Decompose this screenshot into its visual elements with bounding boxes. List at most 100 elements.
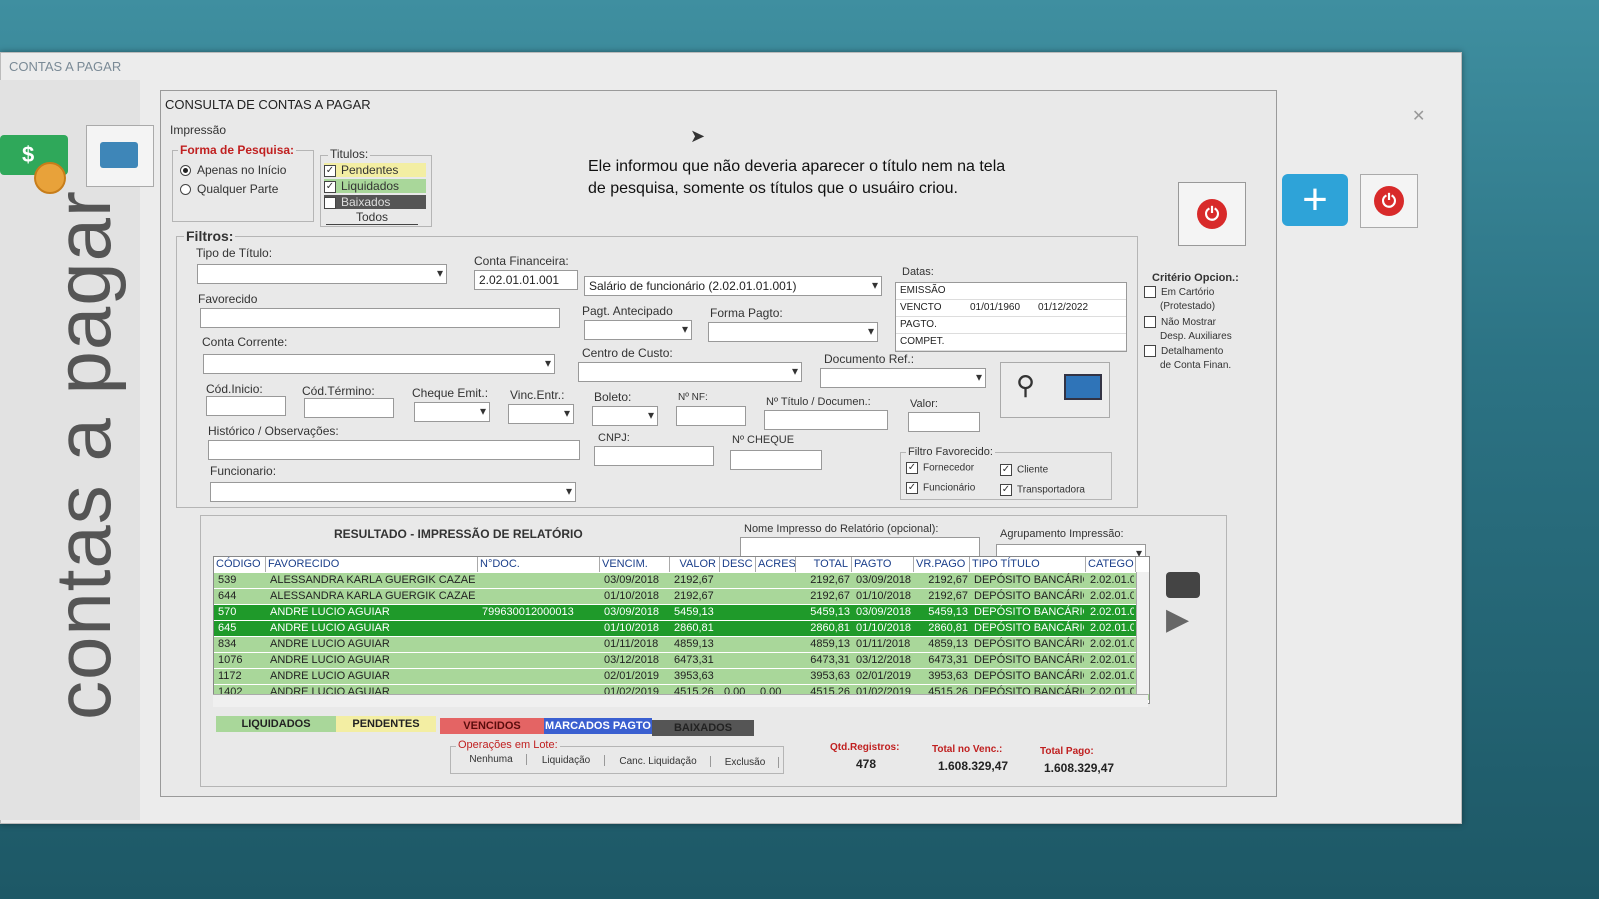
centro-custo-label: Centro de Custo:	[582, 346, 673, 360]
cell-favorecido: ANDRE LUCIO AGUIAR	[270, 670, 390, 682]
table-header: CÓDIGO FAVORECIDO N°DOC. VENCIM. VALOR D…	[214, 557, 1149, 572]
forma-pagto-select[interactable]	[708, 322, 878, 342]
col-total[interactable]: TOTAL	[796, 557, 852, 572]
col-codigo[interactable]: CÓDIGO	[214, 557, 266, 572]
cheque-emit-select[interactable]	[414, 402, 490, 422]
result-title: RESULTADO - IMPRESSÃO DE RELATÓRIO	[334, 527, 583, 541]
datas-row[interactable]: EMISSÃO	[896, 283, 1126, 300]
documento-ref-select[interactable]	[820, 368, 986, 388]
cell-tipo: DEPÓSITO BANCÁRIO	[974, 622, 1084, 634]
radio-apenas-inicio[interactable]: Apenas no Início	[180, 163, 286, 177]
cnpj-input[interactable]	[594, 446, 714, 466]
nome-impresso-input[interactable]	[740, 537, 980, 557]
check-pendentes[interactable]: ✓ Pendentes	[324, 163, 426, 177]
result-table[interactable]: CÓDIGO FAVORECIDO N°DOC. VENCIM. VALOR D…	[213, 556, 1150, 704]
historico-input[interactable]	[208, 440, 580, 460]
qtd-registros-label: Qtd.Registros:	[830, 742, 900, 753]
check-funcionario[interactable]: ✓ Funcionário	[906, 482, 975, 494]
checkbox-icon	[1144, 286, 1156, 299]
centro-custo-select[interactable]	[578, 362, 802, 382]
check-liquidados[interactable]: ✓ Liquidados	[324, 179, 426, 193]
conta-financeira-select[interactable]: Salário de funcionário (2.02.01.01.001)	[584, 276, 882, 296]
note-line-1: Ele informou que não deveria aparecer o …	[588, 158, 1006, 175]
funcionario-select[interactable]	[210, 482, 576, 502]
table-row[interactable]: 645 ANDRE LUCIO AGUIAR 01/10/2018 2860,81 28…	[214, 621, 1149, 636]
printer-icon[interactable]	[1166, 572, 1200, 598]
favorecido-input[interactable]	[200, 308, 560, 328]
conta-financeira-code[interactable]: 2.02.01.01.001	[474, 270, 578, 290]
todos-button[interactable]: Todos	[326, 210, 418, 225]
play-icon[interactable]: ▶	[1166, 602, 1189, 637]
pagt-antecipado-select[interactable]	[584, 320, 692, 340]
exit-app-button[interactable]: ⏻	[1360, 174, 1418, 228]
col-ndoc[interactable]: N°DOC.	[478, 557, 600, 572]
vinc-entr-select[interactable]	[508, 404, 574, 424]
table-row[interactable]: 1076 ANDRE LUCIO AGUIAR 03/12/2018 6473,31 6…	[214, 653, 1149, 668]
cell-valor: 2860,81	[674, 622, 714, 634]
boleto-select[interactable]	[592, 406, 658, 426]
check-fornecedor[interactable]: ✓ Fornecedor	[906, 462, 974, 474]
col-categ[interactable]: CATEGO	[1086, 557, 1136, 572]
datas-table[interactable]: EMISSÃO VENCTO 01/01/1960 01/12/2022 PAGTO…	[895, 282, 1127, 352]
add-button[interactable]: +	[1282, 174, 1348, 226]
n-cheque-input[interactable]	[730, 450, 822, 470]
datas-to: 01/12/2022	[1038, 302, 1089, 313]
valor-input[interactable]	[908, 412, 980, 432]
cell-categ: 2.02.01.0	[1090, 654, 1134, 666]
cell-vencim: 03/09/2018	[604, 574, 660, 586]
datas-row[interactable]: COMPET.	[896, 334, 1126, 351]
boleto-label: Boleto:	[594, 390, 632, 404]
table-row[interactable]: 570 ANDRE LUCIO AGUIAR 799630012000013 03/0…	[214, 605, 1149, 620]
total-venc-value: 1.608.329,47	[938, 759, 1009, 773]
check-fornecedor-label: Fornecedor	[923, 462, 975, 474]
tipo-titulo-select[interactable]	[197, 264, 447, 284]
radio-qualquer-parte[interactable]: Qualquer Parte	[180, 182, 278, 196]
table-row[interactable]: 1172 ANDRE LUCIO AGUIAR 02/01/2019 3953,63 3…	[214, 669, 1149, 684]
table-hscrollbar[interactable]	[213, 694, 1148, 707]
cod-inicio-input[interactable]	[206, 396, 286, 416]
nome-impresso-label: Nome Impresso do Relatório (opcional):	[744, 523, 939, 535]
monitor-icon[interactable]	[1064, 374, 1102, 400]
cell-tipo: DEPÓSITO BANCÁRIO	[974, 574, 1084, 586]
cell-categ: 2.02.01.0	[1090, 606, 1134, 618]
col-favorecido[interactable]: FAVORECIDO	[266, 557, 478, 572]
table-row[interactable]: 539 ALESSANDRA KARLA GUERGIK CAZAE 03/09/2…	[214, 573, 1149, 588]
datas-row[interactable]: VENCTO 01/01/1960 01/12/2022	[896, 300, 1126, 317]
cell-vrpago: 4859,13	[928, 638, 968, 650]
col-valor[interactable]: VALOR	[670, 557, 720, 572]
cell-tipo: DEPÓSITO BANCÁRIO	[974, 670, 1084, 682]
table-row[interactable]: 834 ANDRE LUCIO AGUIAR 01/11/2018 4859,13 48…	[214, 637, 1149, 652]
radio-icon	[180, 165, 191, 177]
lote-liquidacao[interactable]: Liquidação	[528, 755, 605, 766]
cell-favorecido: ANDRE LUCIO AGUIAR	[270, 638, 390, 650]
nf-input[interactable]	[676, 406, 746, 426]
check-nao-mostrar[interactable]: Não Mostrar Desp. Auxiliares	[1144, 316, 1232, 344]
lote-exclusao[interactable]: Exclusão	[712, 757, 779, 768]
check-detalhamento[interactable]: Detalhamento de Conta Finan.	[1144, 345, 1231, 373]
check-cliente[interactable]: ✓ Cliente	[1000, 464, 1048, 476]
cell-categ: 2.02.01.0	[1090, 574, 1134, 586]
table-row[interactable]: 644 ALESSANDRA KARLA GUERGIK CAZAE 01/10/2…	[214, 589, 1149, 604]
exit-dialog-button[interactable]: ⏻	[1178, 182, 1246, 246]
col-pagto[interactable]: PAGTO	[852, 557, 914, 572]
cell-codigo: 570	[218, 606, 237, 618]
cod-termino-input[interactable]	[304, 398, 394, 418]
check-transportadora[interactable]: ✓ Transportadora	[1000, 484, 1085, 496]
lote-nenhuma[interactable]: Nenhuma	[456, 754, 527, 765]
search-icon[interactable]: ⚲	[1016, 370, 1035, 401]
datas-row[interactable]: PAGTO.	[896, 317, 1126, 334]
n-titulo-input[interactable]	[764, 410, 888, 430]
lote-canc-liquidacao[interactable]: Canc. Liquidação	[606, 756, 711, 767]
col-vrpago[interactable]: VR.PAGO	[914, 557, 970, 572]
close-icon[interactable]: ✕	[1412, 106, 1425, 126]
conta-corrente-select[interactable]	[203, 354, 555, 374]
col-tipo[interactable]: TIPO TÍTULO	[970, 557, 1086, 572]
col-desc[interactable]: DESC	[720, 557, 756, 572]
col-vencim[interactable]: VENCIM.	[600, 557, 670, 572]
check-funcionario-label: Funcionário	[923, 482, 976, 494]
check-baixados[interactable]: Baixados	[324, 195, 426, 209]
check-cartorio[interactable]: Em Cartório (Protestado)	[1144, 286, 1215, 314]
table-scrollbar[interactable]	[1136, 572, 1149, 694]
col-acres[interactable]: ACRES	[756, 557, 796, 572]
valor-label: Valor:	[910, 398, 938, 410]
